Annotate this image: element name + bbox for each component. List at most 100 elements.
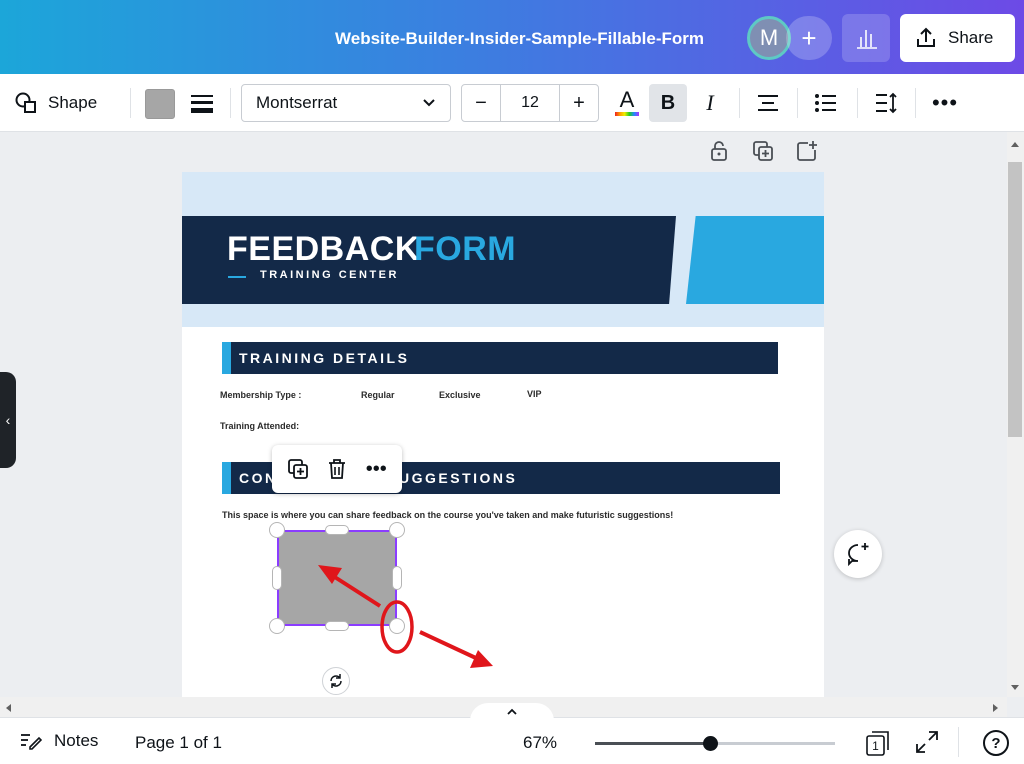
form-subtitle[interactable]: TRAINING CENTER [260,269,399,281]
lock-icon [711,141,727,161]
resize-handle-left[interactable] [272,566,282,590]
font-name: Montserrat [256,93,338,112]
section-heading-right: UGGESTIONS [399,470,518,486]
rainbow-bar [615,112,639,116]
page-grid-button[interactable]: 1 [864,729,892,757]
training-attended-label[interactable]: Training Attended: [220,421,299,431]
rotate-handle[interactable] [322,667,350,695]
shape-icon [15,92,36,113]
fill-color-swatch[interactable] [145,89,175,119]
footer-divider [958,727,959,757]
fullscreen-icon [916,731,938,753]
element-context-menu: ••• [272,445,402,493]
design-page[interactable]: FEEDBACK FORM TRAINING CENTER TRAINING D… [182,172,824,697]
text-color-button[interactable]: A [610,86,644,120]
resize-handle-right[interactable] [392,566,402,590]
section-accent [222,342,231,374]
vertical-scrollbar-thumb[interactable] [1008,162,1022,437]
chevron-down-icon [423,99,435,107]
trash-icon [328,459,345,479]
notes-icon [21,734,42,750]
title-banner-accent [686,216,824,304]
notes-button[interactable]: Notes [20,731,98,751]
duplicate-icon [287,459,308,479]
side-panel-toggle[interactable]: ‹ [0,372,16,468]
align-center-button[interactable] [751,86,785,120]
element-more-button[interactable]: ••• [360,453,392,485]
resize-handle-top-left[interactable] [269,522,285,538]
text-color-icon: A [619,87,635,112]
resize-handle-bottom[interactable] [325,621,349,631]
chevron-up-icon [507,708,517,715]
align-center-icon [758,95,778,111]
zoom-slider-knob[interactable] [703,736,718,751]
add-page-icon [797,141,817,161]
option-regular[interactable]: Regular [361,390,395,400]
font-size-input[interactable]: 12 [500,85,560,121]
user-avatar[interactable]: M [747,16,791,60]
bullet-list-button[interactable] [809,86,843,120]
bold-button[interactable]: B [649,84,687,122]
chevron-left-icon: ‹ [5,412,11,428]
comment-add-icon [848,543,869,567]
line-spacing-button[interactable] [869,86,903,120]
section-accent [222,462,231,494]
section-training-details[interactable]: TRAINING DETAILS [222,342,778,374]
duplicate-element-button[interactable] [282,453,314,485]
editor-toolbar: Shape Montserrat − 12 + A B I ••• [0,74,1024,132]
document-title[interactable]: Website-Builder-Insider-Sample-Fillable-… [335,29,704,49]
more-options-button[interactable]: ••• [928,86,962,120]
membership-type-label[interactable]: Membership Type : [220,390,301,400]
share-label: Share [948,28,994,47]
resize-handle-bottom-left[interactable] [269,618,285,634]
resize-handle-top[interactable] [325,525,349,535]
form-title-form[interactable]: FORM [414,230,516,269]
insights-icon [857,30,877,49]
scroll-down-icon[interactable] [1010,684,1020,692]
form-title-feedback[interactable]: FEEDBACK [227,230,420,269]
pages-icon: 1 [866,731,889,756]
delete-element-button[interactable] [321,453,353,485]
pages-count-text: 1 [872,739,879,753]
zoom-slider-fill [595,742,710,745]
scroll-up-icon[interactable] [1010,140,1020,148]
lock-page-button[interactable] [706,138,732,164]
decrease-font-size-button[interactable]: − [462,85,500,121]
share-upload-icon [917,27,935,47]
selected-rectangle-shape[interactable] [277,530,397,626]
option-vip[interactable]: VIP [527,389,542,399]
toolbar-divider [230,88,231,118]
italic-button[interactable]: I [692,84,728,122]
border-style-button[interactable] [186,88,218,120]
share-button[interactable]: Share [900,14,1015,62]
resize-handle-top-right[interactable] [389,522,405,538]
toolbar-divider [130,88,131,118]
add-comment-button[interactable] [834,530,882,578]
toolbar-divider [915,88,916,118]
notes-label: Notes [54,731,99,750]
help-button[interactable]: ? [983,730,1009,756]
subtitle-dash [228,276,246,278]
duplicate-page-button[interactable] [750,138,776,164]
zoom-level[interactable]: 67% [523,733,557,753]
insights-button[interactable] [842,14,890,62]
comments-description[interactable]: This space is where you can share feedba… [222,510,673,520]
shape-button[interactable]: Shape [14,86,97,120]
fullscreen-button[interactable] [914,729,942,757]
font-family-dropdown[interactable]: Montserrat [241,84,451,122]
increase-font-size-button[interactable]: + [560,85,598,121]
option-exclusive[interactable]: Exclusive [439,390,481,400]
section-heading: TRAINING DETAILS [239,350,410,366]
add-page-button[interactable] [794,138,820,164]
scroll-left-icon[interactable] [4,703,12,713]
expand-pages-tab[interactable] [470,703,554,721]
bullet-list-icon [815,94,836,112]
toolbar-divider [739,88,740,118]
add-collaborator-button[interactable]: + [786,16,832,60]
rotate-icon [330,674,342,688]
page-indicator: Page 1 of 1 [135,733,222,752]
resize-handle-bottom-right[interactable] [389,618,405,634]
toolbar-divider [797,88,798,118]
shape-label: Shape [48,93,98,112]
scroll-right-icon[interactable] [992,703,1000,713]
